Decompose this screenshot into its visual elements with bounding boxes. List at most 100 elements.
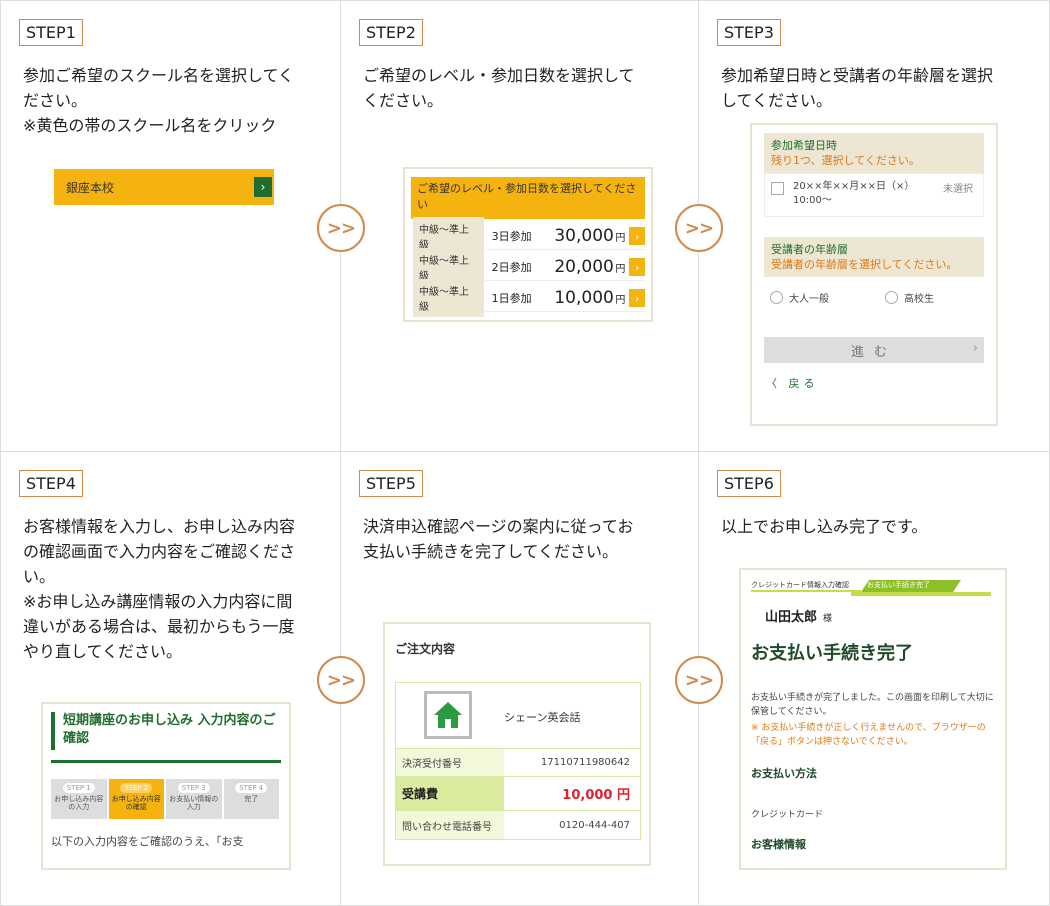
next-arrow-2: >> [675,204,723,252]
chevron-right-icon[interactable]: › [629,289,645,307]
order-box: ご注文内容 シェーン英会話 決済受付番号 17110711980642 受講費 … [383,622,651,866]
date-checkbox[interactable] [771,182,784,195]
date-option-row[interactable]: 20××年××月××日（×） 10:00〜 未選択 [764,173,984,217]
progress-steps: STEP 1 お申し込み内容の入力 STEP 2 お申し込み内容の確認 STEP… [51,779,281,819]
step2-desc-line: ご希望のレベル・参加日数を選択して [363,66,635,85]
order-key: 問い合わせ電話番号 [396,811,504,839]
date-text: 20××年××月××日（×） 10:00〜 [793,180,914,208]
step6-desc-line: 以上でお申し込み完了です。 [721,517,928,536]
step6-tag: STEP6 [717,470,781,497]
chevron-right-icon: › [972,341,978,356]
step4-tag: STEP4 [19,470,83,497]
customer-heading: お客様情報 [751,838,806,851]
progress-step: STEP 4 完了 [223,779,279,819]
order-value: 10,000 円 [562,788,630,803]
step2-tag: STEP2 [359,19,423,46]
complete-title: お支払い手続き完了 [751,643,913,664]
band-underline [851,592,991,596]
time-value: 10:00〜 [793,195,832,206]
progress-step-label: お支払い情報の入力 [169,795,219,811]
progress-step: STEP 3 お支払い情報の入力 [166,779,222,819]
step2-description: ご希望のレベル・参加日数を選択して ください。 [363,63,684,113]
progress-step-number: STEP 2 [120,783,153,793]
days-label: 3日参加 [491,230,532,243]
step4-desc-line: ※お申し込み講座情報の入力内容に間 [23,592,293,611]
chevron-right-icon[interactable]: › [629,227,645,245]
order-key: 受講費 [396,777,504,810]
step5-desc-line: 支払い手続きを完了してください。 [363,542,619,561]
age-section-header: 受講者の年齢層 受講者の年齢層を選択してください。 [764,237,984,277]
date-section-header: 参加希望日時 残り1つ、選択してください。 [764,133,984,173]
complete-message: お支払い手続きが完了しました。この画面を印刷して大切に保管してください。 [751,693,994,717]
step5-tag: STEP5 [359,470,423,497]
date-remaining: 残り1つ、選択してください。 [771,154,920,167]
home-icon [424,691,472,739]
step1-desc-line: 参加ご希望のスクール名を選択してく [23,66,295,85]
step4-desc-line: の確認画面で入力内容をご確認くださ [23,542,296,561]
complete-warning: ※ お支払い手続きが正しく行えませんので、ブラウザーの「戻る」ボタンは押さないで… [751,723,986,747]
age-prompt: 受講者の年齢層を選択してください。 [771,258,958,271]
date-age-form: 参加希望日時 残り1つ、選択してください。 20××年××月××日（×） 10:… [750,123,998,426]
step4-desc-line: い。 [23,567,56,586]
step3-desc-line: してください。 [721,91,833,110]
step4-desc-line: 違いがある場合は、最初からもう一度 [23,617,295,636]
order-table: シェーン英会話 決済受付番号 17110711980642 受講費 10,000… [395,682,641,840]
age-radio-adult[interactable] [770,290,783,304]
days-label: 2日参加 [491,261,532,274]
complete-box: クレジットカード情報入力確認 お支払い手続き完了 山田太郎様 お支払い手続き完了… [739,568,1007,870]
step1-cell: STEP1 参加ご希望のスクール名を選択してく ださい。 ※黄色の帯のスクール名… [0,0,341,452]
next-arrow-3: >> [317,656,365,704]
progress-step-number: STEP 1 [62,783,95,793]
progress-step-label: お申し込み内容の入力 [54,795,104,811]
next-button-label: 進む [850,344,897,360]
step4-desc-line: お客様情報を入力し、お申し込み内容 [23,517,296,536]
order-value: 17110711980642 [540,757,630,768]
step1-desc-line: ※黄色の帯のスクール名をクリック [23,116,277,135]
customer-name-text: 山田太郎 [765,610,818,625]
order-value: 0120-444-407 [559,819,630,831]
back-link[interactable]: 〈 戻る [766,375,996,391]
step4-description: お客様情報を入力し、お申し込み内容 の確認画面で入力内容をご確認くださ い。 ※… [23,514,326,664]
age-option-label: 大人一般 [789,293,829,305]
shop-name: シェーン英会話 [504,711,581,724]
level-option-row[interactable]: 中級〜準上級 2日参加 20,000 円 › [411,248,645,286]
progress-step-number: STEP 4 [235,783,268,793]
age-title: 受講者の年齢層 [771,243,848,256]
price-value: 30,000 [554,226,614,246]
divider [51,760,281,763]
step5-description: 決済申込確認ページの案内に従ってお 支払い手続きを完了してください。 [363,514,684,564]
progress-step-label: お申し込み内容の確認 [111,795,161,811]
progress-step-label: 完了 [244,795,259,803]
step4-cell: STEP4 お客様情報を入力し、お申し込み内容 の確認画面で入力内容をご確認くだ… [0,452,341,906]
level-select-box: ご希望のレベル・参加日数を選択してください 中級〜準上級 3日参加 30,000… [403,167,653,322]
next-arrow-4: >> [675,656,723,704]
school-name: 銀座本校 [66,180,115,195]
chevron-right-icon[interactable]: › [629,258,645,276]
step6-description: 以上でお申し込み完了です。 [721,514,1035,539]
step4-desc-line: やり直してください。 [23,642,183,661]
order-row: 問い合わせ電話番号 0120-444-407 [396,811,640,839]
level-select-header: ご希望のレベル・参加日数を選択してください [411,177,645,219]
order-key: 決済受付番号 [396,749,504,776]
step5-desc-line: 決済申込確認ページの案内に従ってお [363,517,634,536]
date-status: 未選択 [943,184,973,195]
school-select-bar[interactable]: 銀座本校 › [54,169,274,205]
progress-step: STEP 1 お申し込み内容の入力 [51,779,107,819]
price-value: 20,000 [554,257,614,277]
level-option-row[interactable]: 中級〜準上級 3日参加 30,000 円 › [411,217,645,255]
honorific: 様 [823,614,833,624]
confirm-text: 以下の入力内容をご確認のうえ、「お支 [51,835,244,848]
next-button[interactable]: 進む › [764,337,984,363]
yen-unit: 円 [615,294,626,306]
price-value: 10,000 [554,288,614,308]
days-label: 1日参加 [491,292,532,305]
level-option-row[interactable]: 中級〜準上級 1日参加 10,000 円 › [411,279,645,317]
next-arrow-1: >> [317,204,365,252]
step3-tag: STEP3 [717,19,781,46]
age-radio-highschool[interactable] [885,290,898,304]
progress-step-active: STEP 2 お申し込み内容の確認 [108,779,164,819]
step3-desc-line: 参加希望日時と受講者の年齢層を選択 [721,66,994,85]
yen-unit: 円 [615,263,626,275]
date-title: 参加希望日時 [771,139,837,152]
confirm-title: 短期講座のお申し込み 入力内容のご確認 [51,712,281,750]
